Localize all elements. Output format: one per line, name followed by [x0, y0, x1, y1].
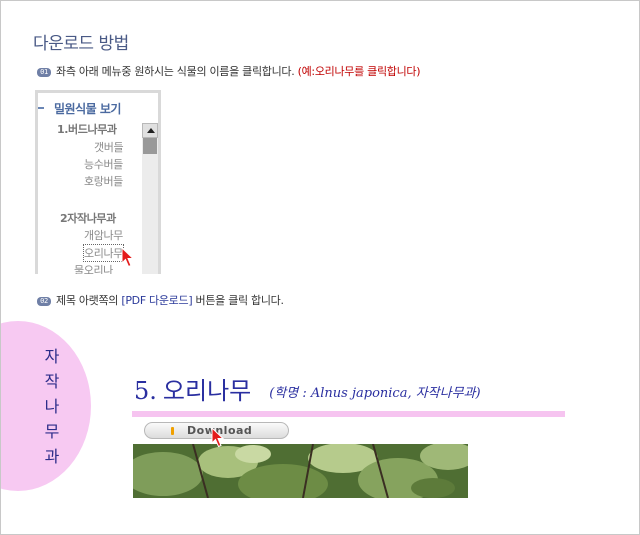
- step-1: 01 좌측 아래 메뉴중 원하시는 식물의 이름을 클릭합니다. (예:오리나무를…: [37, 63, 421, 79]
- step-2-suffix: 버튼을 클릭 합니다.: [195, 294, 284, 307]
- plant-item-gaetbeodeul[interactable]: 갯버들: [94, 139, 124, 155]
- category-birch[interactable]: 2자작나무과: [60, 210, 116, 226]
- family-char: 과: [44, 447, 60, 466]
- plant-item-horangbeodeul[interactable]: 호랑버들: [84, 173, 123, 189]
- step-2-button-name: [PDF 다운로드]: [121, 294, 193, 307]
- family-char: 나: [44, 397, 60, 416]
- scientific-name: (학명 : Alnus japonica, 자작나무과): [269, 386, 481, 401]
- family-char: 작: [44, 372, 60, 391]
- plant-name: 오리나무: [162, 377, 252, 405]
- family-vertical-label: 자 작 나 무 과: [41, 344, 63, 469]
- family-char: 자: [44, 347, 60, 366]
- sidebar-scrollbar[interactable]: [142, 123, 158, 274]
- download-bullet-icon: [171, 427, 174, 435]
- step-2: 02 제목 아랫쪽의 [PDF 다운로드] 버튼을 클릭 합니다.: [37, 292, 284, 308]
- plant-item-orinamu[interactable]: 오리나무: [83, 244, 124, 262]
- scrollbar-thumb[interactable]: [143, 138, 157, 154]
- title-underline: [132, 411, 565, 417]
- step-1-example: (예:오리나무를 클릭합니다): [297, 65, 421, 78]
- sidebar-heading-label: 밀원식물 보기: [54, 102, 121, 116]
- sidebar-menu-body: 밀원식물 보기 1.버드나무과 갯버들 능수버들 호랑버들 2자작나무과 개암나…: [38, 93, 158, 274]
- page-title: 다운로드 방법: [33, 34, 129, 54]
- plant-number: 5.: [134, 377, 157, 405]
- plant-item-gaeamnamu[interactable]: 개암나무: [84, 227, 123, 243]
- sidebar-heading: 밀원식물 보기: [38, 98, 158, 116]
- step-1-text: 좌측 아래 메뉴중 원하시는 식물의 이름을 클릭합니다.: [56, 65, 295, 78]
- heading-marker: [38, 107, 44, 109]
- plant-heading: 5. 오리나무 (학명 : Alnus japonica, 자작나무과): [134, 371, 481, 406]
- category-willow[interactable]: 1.버드나무과: [57, 121, 117, 137]
- sidebar-menu: 밀원식물 보기 1.버드나무과 갯버들 능수버들 호랑버들 2자작나무과 개암나…: [35, 90, 161, 274]
- plant-item-mulorinamu[interactable]: 물오리나: [74, 262, 113, 274]
- plant-photo: [133, 444, 468, 498]
- instruction-panel: 다운로드 방법 01 좌측 아래 메뉴중 원하시는 식물의 이름을 클릭합니다. …: [0, 0, 640, 535]
- step-2-badge: 02: [37, 297, 51, 306]
- step-2-prefix: 제목 아랫쪽의: [56, 294, 119, 307]
- plant-item-neungsubeodeul[interactable]: 능수버들: [84, 156, 123, 172]
- family-char: 무: [44, 422, 60, 441]
- scroll-up-arrow-icon[interactable]: [142, 123, 158, 138]
- step-1-badge: 01: [37, 68, 51, 77]
